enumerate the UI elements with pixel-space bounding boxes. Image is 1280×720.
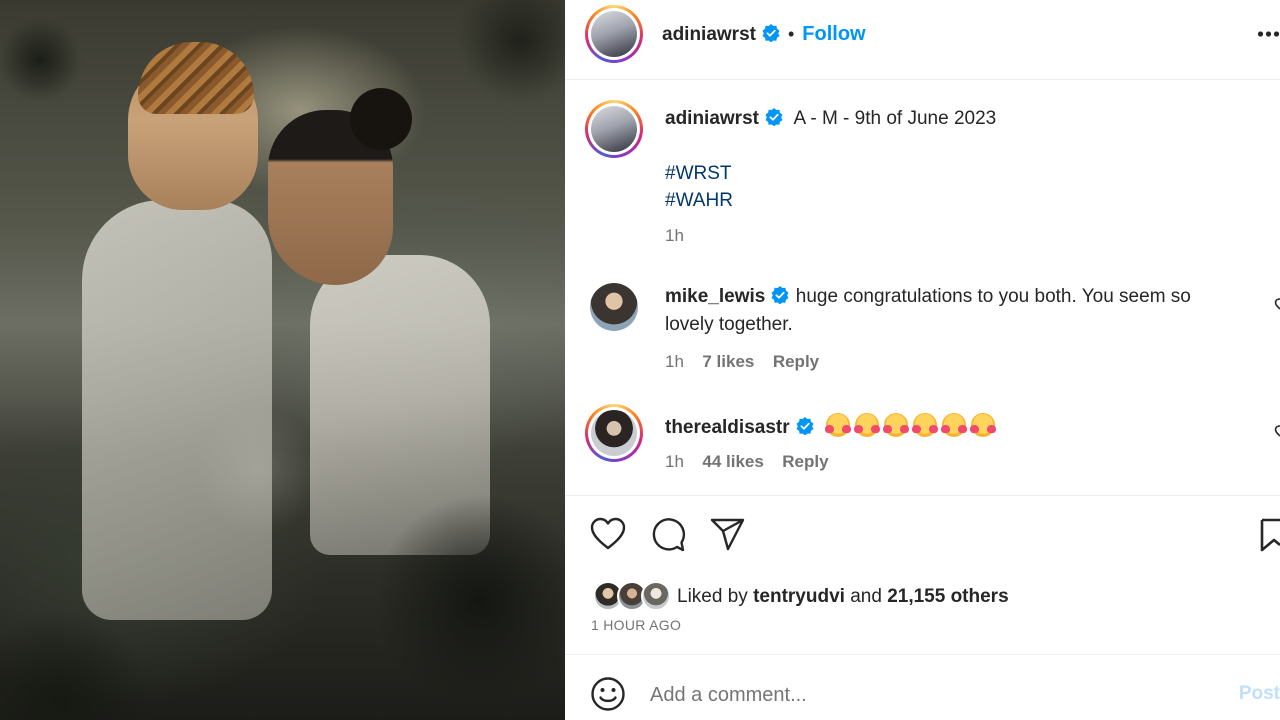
- caption-avatar[interactable]: [585, 100, 643, 158]
- caption-time[interactable]: 1h: [665, 226, 684, 246]
- more-options-icon[interactable]: [1257, 30, 1280, 38]
- post-photo[interactable]: [0, 0, 565, 720]
- header-divider: [565, 79, 1280, 80]
- comment-line-1: mike_lewis huge congratulations to you b…: [665, 286, 1191, 308]
- header-separator: •: [787, 24, 795, 44]
- smiling-face-with-hearts-icon: [854, 413, 881, 437]
- liked-by-user[interactable]: tentryudvi: [753, 586, 845, 607]
- comment-box-divider: [565, 654, 1280, 655]
- smiling-face-with-hearts-icon: [912, 413, 939, 437]
- comment-text: huge congratulations to you both. You se…: [795, 286, 1191, 307]
- header-avatar-image: [591, 11, 637, 57]
- comment-text-continued: lovely together.: [665, 314, 793, 335]
- comment-time[interactable]: 1h: [665, 352, 684, 371]
- comment-avatar-image: [591, 410, 637, 456]
- comment-input[interactable]: [650, 680, 1230, 710]
- follow-button[interactable]: Follow: [802, 23, 865, 45]
- save-bookmark-icon[interactable]: [1260, 518, 1280, 552]
- comment-username[interactable]: therealdisastr: [665, 417, 790, 438]
- post-comment-button[interactable]: Post: [1239, 683, 1280, 705]
- comment-line-1: therealdisastr: [665, 413, 1000, 439]
- hashtag-link[interactable]: #WAHR: [665, 190, 733, 212]
- hashtag-link[interactable]: #WRST: [665, 163, 732, 185]
- smiling-face-with-hearts-icon: [970, 413, 997, 437]
- post-details-panel: adiniawrst • Follow adiniawrst A - M - 9th…: [565, 0, 1280, 720]
- comment-username[interactable]: mike_lewis: [665, 286, 765, 307]
- liked-by-line: Liked by tentryudvi and 21,155 others: [677, 586, 1009, 608]
- post-timestamp[interactable]: 1 HOUR AGO: [591, 617, 681, 633]
- caption-line: adiniawrst A - M - 9th of June 2023: [665, 108, 996, 130]
- comment-like-heart-icon[interactable]: [1274, 297, 1280, 311]
- like-heart-icon[interactable]: [590, 517, 626, 551]
- comment-likes[interactable]: 44 likes: [702, 452, 763, 471]
- comment-like-heart-icon[interactable]: [1274, 424, 1280, 438]
- comments-divider: [565, 495, 1280, 496]
- comment-likes[interactable]: 7 likes: [702, 352, 754, 371]
- header-avatar[interactable]: [585, 5, 643, 63]
- comment-avatar[interactable]: [590, 283, 638, 331]
- comment-emoji-row: [825, 413, 1000, 437]
- smiling-face-with-hearts-icon: [941, 413, 968, 437]
- header-username[interactable]: adiniawrst: [662, 24, 756, 45]
- liker-avatar[interactable]: [641, 581, 671, 611]
- comment-reply-button[interactable]: Reply: [773, 352, 819, 371]
- smiling-face-with-hearts-icon: [825, 413, 852, 437]
- verified-badge-icon: [765, 108, 783, 126]
- caption-avatar-image: [591, 106, 637, 152]
- verified-badge-icon: [762, 24, 780, 42]
- smiling-face-with-hearts-icon: [883, 413, 910, 437]
- liked-by-joiner: and: [850, 586, 882, 607]
- photo-foliage-overlay: [0, 0, 565, 720]
- caption-text: A - M - 9th of June 2023: [793, 108, 997, 129]
- caption-username[interactable]: adiniawrst: [665, 108, 759, 129]
- verified-badge-icon: [771, 286, 789, 304]
- liked-by-prefix: Liked by: [677, 586, 748, 607]
- comment-meta: 1h 7 likes Reply: [665, 352, 819, 372]
- share-paper-plane-icon[interactable]: [710, 518, 746, 552]
- comment-time[interactable]: 1h: [665, 452, 684, 471]
- comment-reply-button[interactable]: Reply: [782, 452, 828, 471]
- comment-meta: 1h 44 likes Reply: [665, 452, 829, 472]
- verified-badge-icon: [796, 417, 814, 435]
- emoji-picker-icon[interactable]: [590, 676, 626, 712]
- liked-by-others[interactable]: 21,155 others: [887, 586, 1008, 607]
- comment-bubble-icon[interactable]: [650, 517, 686, 553]
- comment-avatar[interactable]: [585, 404, 643, 462]
- header-user-line: adiniawrst • Follow: [662, 23, 866, 46]
